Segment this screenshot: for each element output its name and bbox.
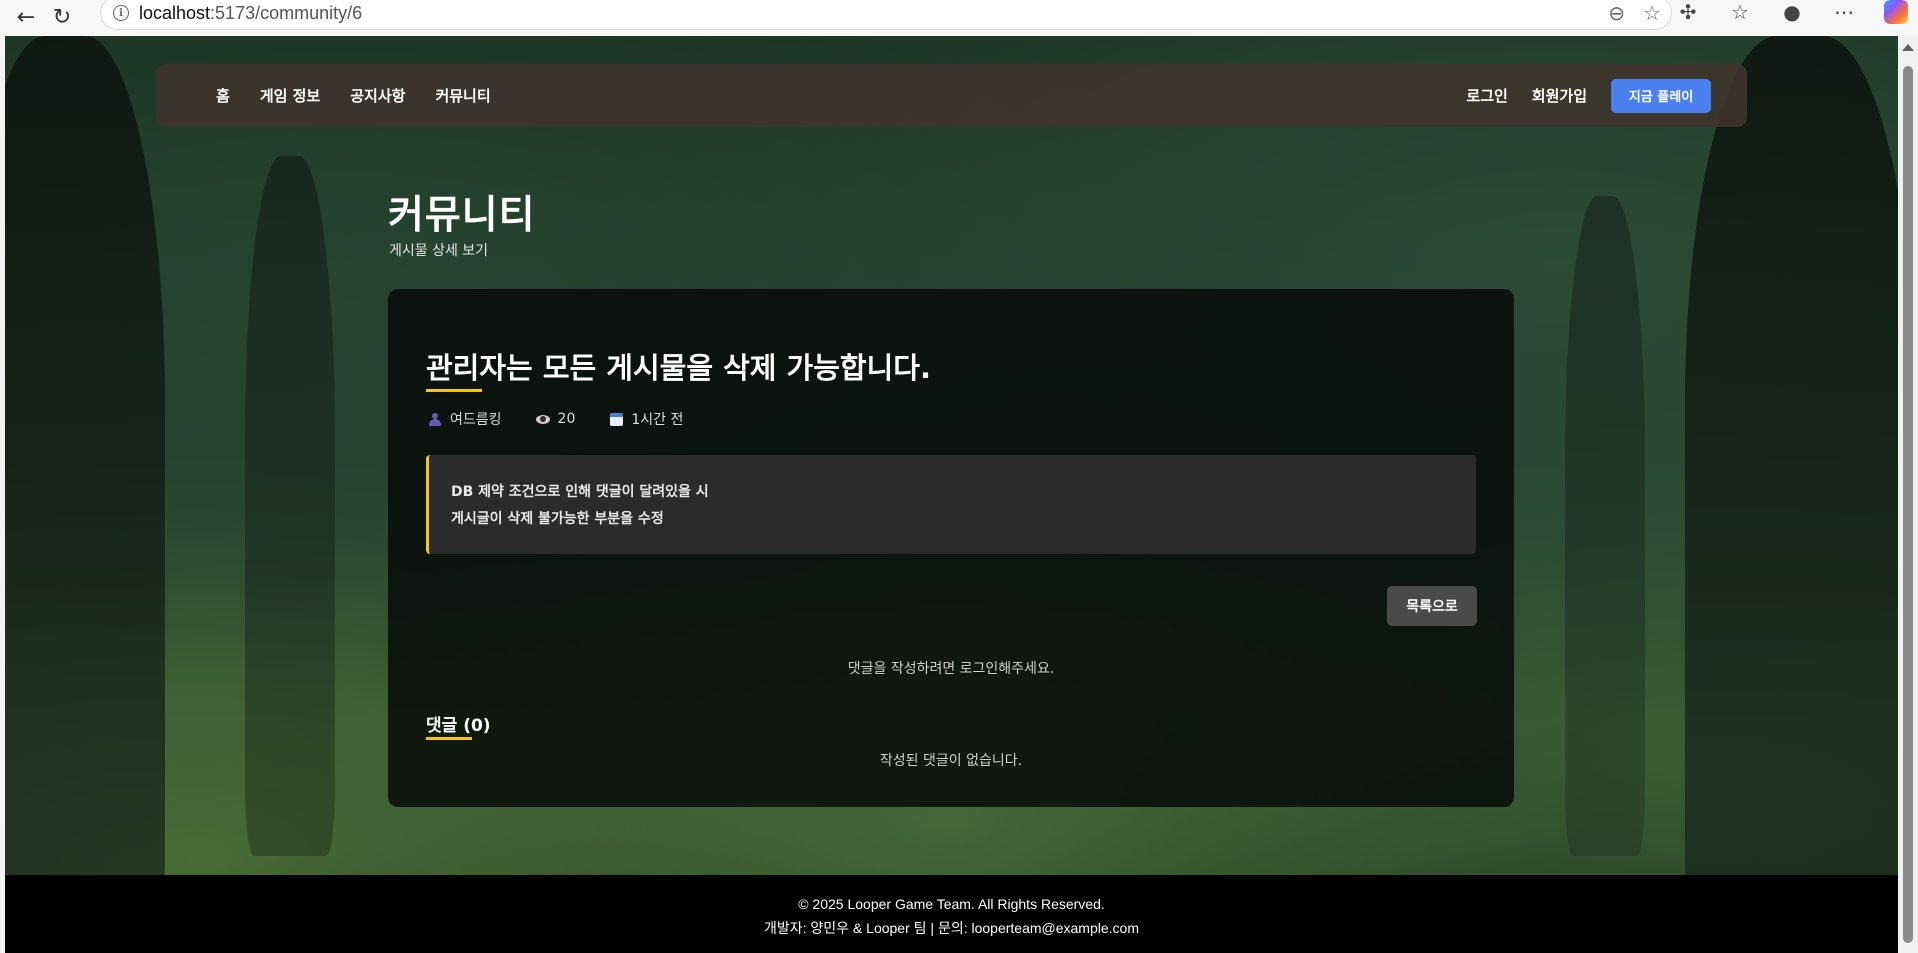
footer-developer: 개발자: 양민우 & Looper 팀 | 문의: looperteam@exa… [763, 920, 1139, 936]
nav-game-info[interactable]: 게임 정보 [260, 85, 320, 106]
background-tree [1565, 196, 1645, 856]
background-tree [5, 36, 165, 953]
back-to-list-button[interactable]: 목록으로 [1387, 586, 1477, 626]
post-meta: 여드름킹 20 1시간 전 [428, 409, 683, 429]
signup-link[interactable]: 회원가입 [1532, 85, 1587, 106]
comment-login-prompt: 댓글을 작성하려면 로그인해주세요. [847, 661, 1055, 677]
post-content-line: 게시글이 삭제 불가능한 부분을 수정 [451, 511, 664, 527]
author-name: 여드름킹 [450, 412, 502, 428]
site-navbar: 홈 게임 정보 공지사항 커뮤니티 로그인 회원가입 지금 플레이 [156, 64, 1747, 127]
copilot-icon[interactable] [1884, 0, 1908, 24]
background-tree [245, 156, 335, 856]
login-link[interactable]: 로그인 [1466, 85, 1507, 106]
comments-heading: 댓글 (0) [426, 716, 491, 736]
no-comments-message: 작성된 댓글이 없습니다. [879, 753, 1023, 769]
puzzle-icon[interactable]: ✣ [1676, 0, 1700, 24]
post-card: 관리자는 모든 게시물을 삭제 가능합니다. 여드름킹 20 1시간 전 DB … [388, 289, 1514, 807]
page-viewport: 홈 게임 정보 공지사항 커뮤니티 로그인 회원가입 지금 플레이 커뮤니티 게… [5, 36, 1898, 953]
post-content-line: DB 제약 조건으로 인해 댓글이 달려있을 시 [451, 484, 709, 500]
url-host: localhost [139, 2, 211, 23]
title-accent-bar [426, 389, 482, 392]
comments-accent-bar [426, 737, 472, 740]
star-icon[interactable]: ☆ [1643, 1, 1661, 25]
favorites-list-icon[interactable]: ☆ [1728, 0, 1752, 24]
info-icon[interactable]: i [113, 5, 129, 21]
author-meta: 여드름킹 [428, 409, 502, 429]
post-time: 1시간 전 [631, 412, 684, 428]
user-icon [428, 412, 442, 426]
calendar-icon [609, 412, 623, 426]
nav-notices[interactable]: 공지사항 [350, 85, 405, 106]
profile-icon[interactable]: ● [1780, 0, 1804, 24]
more-icon[interactable]: ⋯ [1832, 0, 1856, 24]
nav-links: 홈 게임 정보 공지사항 커뮤니티 [216, 85, 491, 106]
nav-community[interactable]: 커뮤니티 [435, 85, 490, 106]
zoom-out-icon[interactable]: ⊖ [1608, 1, 1625, 25]
reload-icon[interactable]: ↻ [44, 0, 80, 36]
url-path: :5173/community/6 [210, 2, 363, 23]
date-meta: 1시간 전 [609, 409, 683, 429]
nav-home[interactable]: 홈 [216, 85, 230, 106]
footer-copyright: © 2025 Looper Game Team. All Rights Rese… [798, 896, 1105, 912]
views-meta: 20 [535, 411, 576, 427]
page-title: 커뮤니티 [388, 193, 536, 238]
site-footer: © 2025 Looper Game Team. All Rights Rese… [5, 875, 1898, 953]
post-content: DB 제약 조건으로 인해 댓글이 달려있을 시 게시글이 삭제 불가능한 부분… [426, 455, 1476, 554]
play-now-button[interactable]: 지금 플레이 [1611, 78, 1711, 113]
arrow-left-icon[interactable]: ← [8, 0, 44, 36]
background-tree [1685, 36, 1898, 953]
page-scrollbar[interactable] [1898, 36, 1918, 953]
nav-auth: 로그인 회원가입 지금 플레이 [1466, 78, 1711, 113]
browser-toolbar: ← ↻ i localhost:5173/community/6 ⊖ ☆ ✣ ☆… [0, 0, 1918, 36]
scroll-up-icon[interactable] [1902, 44, 1914, 51]
view-count: 20 [557, 411, 576, 427]
address-bar[interactable]: i localhost:5173/community/6 ⊖ ☆ [100, 0, 1672, 30]
page-subtitle: 게시물 상세 보기 [389, 243, 489, 259]
url-text[interactable]: localhost:5173/community/6 [139, 3, 362, 24]
scroll-thumb[interactable] [1903, 66, 1913, 943]
post-title: 관리자는 모든 게시물을 삭제 가능합니다. [426, 351, 931, 385]
eye-icon [535, 414, 550, 424]
